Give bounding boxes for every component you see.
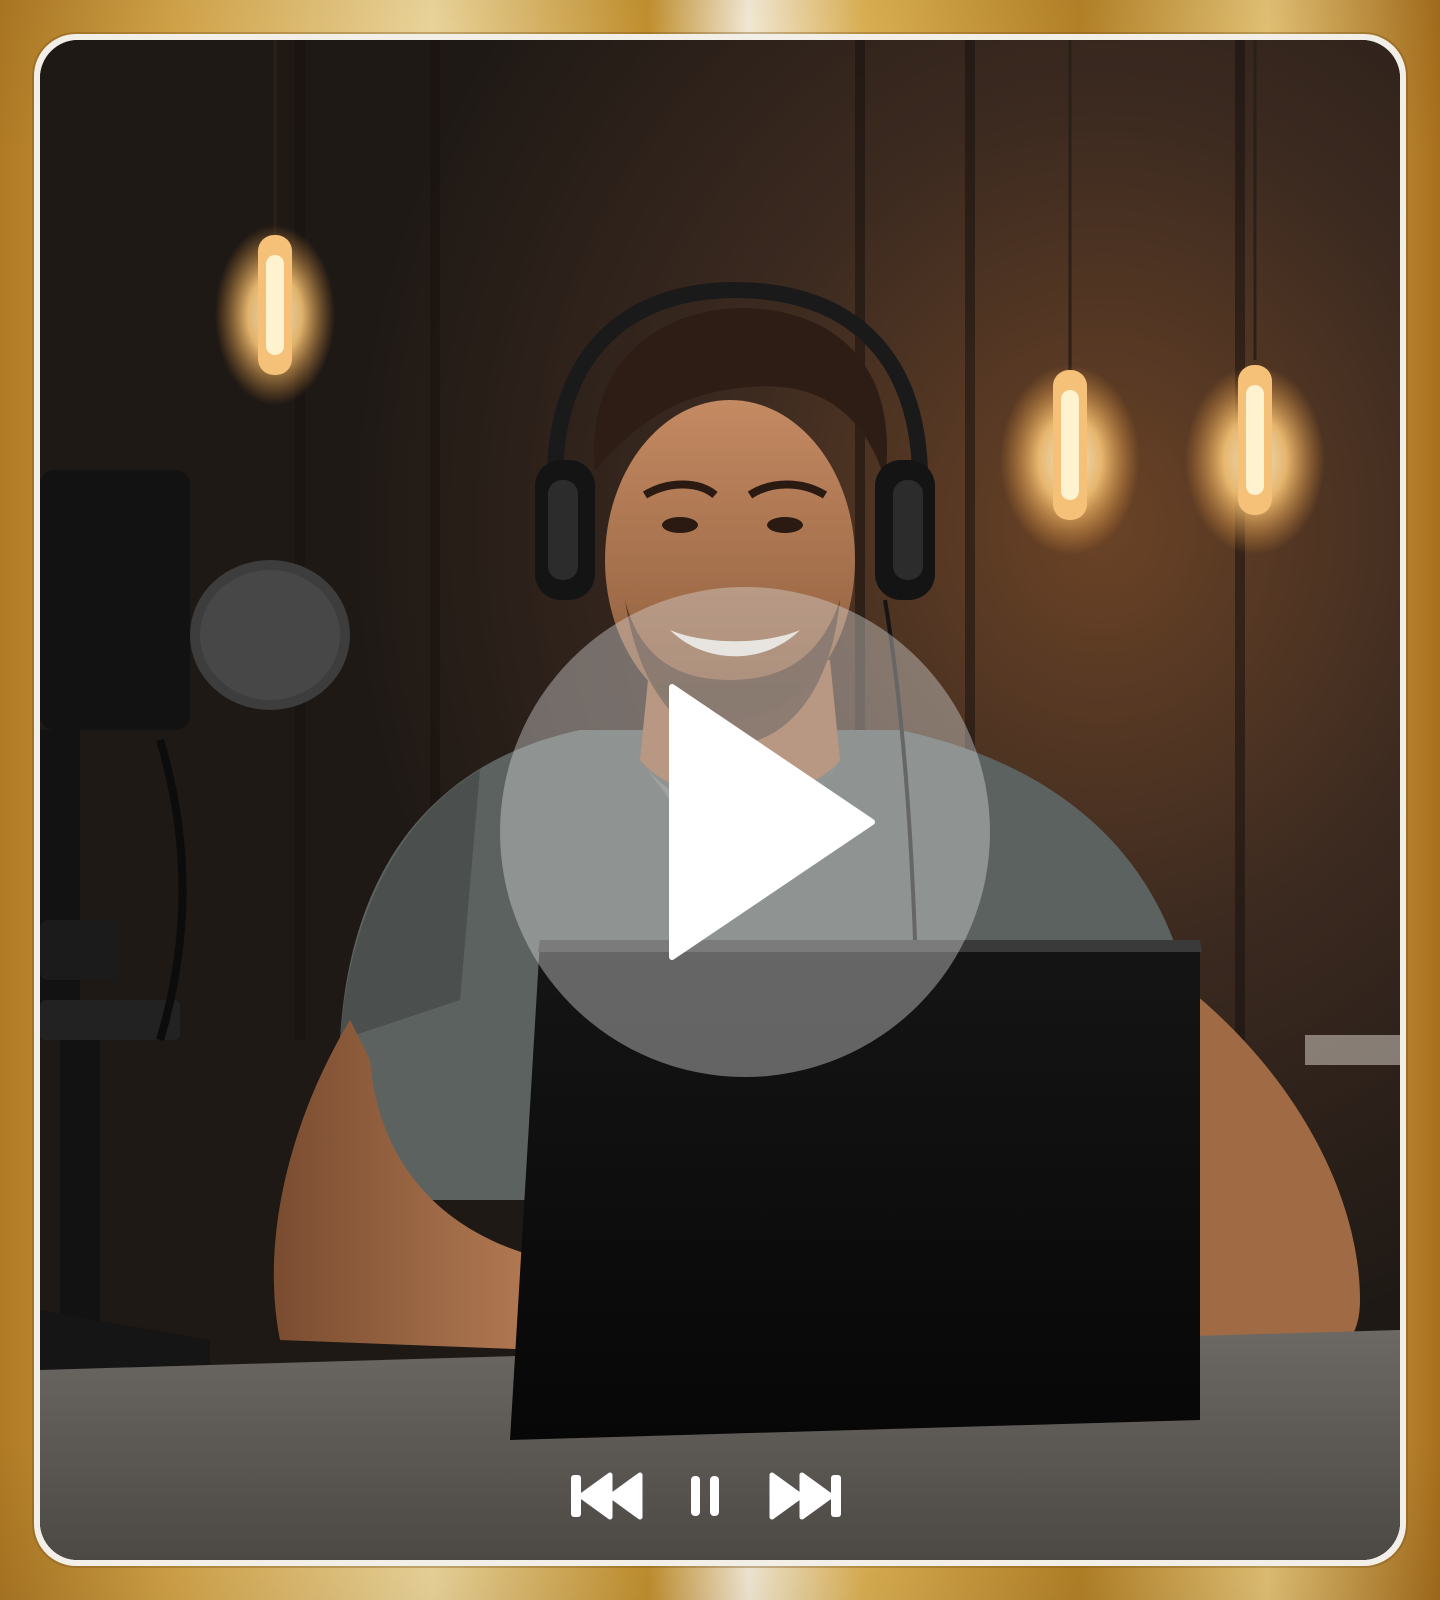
skip-forward-icon: [769, 1472, 841, 1520]
video-player[interactable]: [40, 40, 1400, 1560]
pause-button[interactable]: [688, 1460, 722, 1530]
skip-back-button[interactable]: [568, 1460, 644, 1530]
pause-icon: [691, 1476, 719, 1516]
playback-controls: [40, 1460, 1400, 1530]
play-button[interactable]: [500, 587, 990, 1077]
skip-forward-button[interactable]: [768, 1460, 844, 1530]
play-icon: [669, 684, 875, 960]
skip-back-icon: [571, 1472, 643, 1520]
